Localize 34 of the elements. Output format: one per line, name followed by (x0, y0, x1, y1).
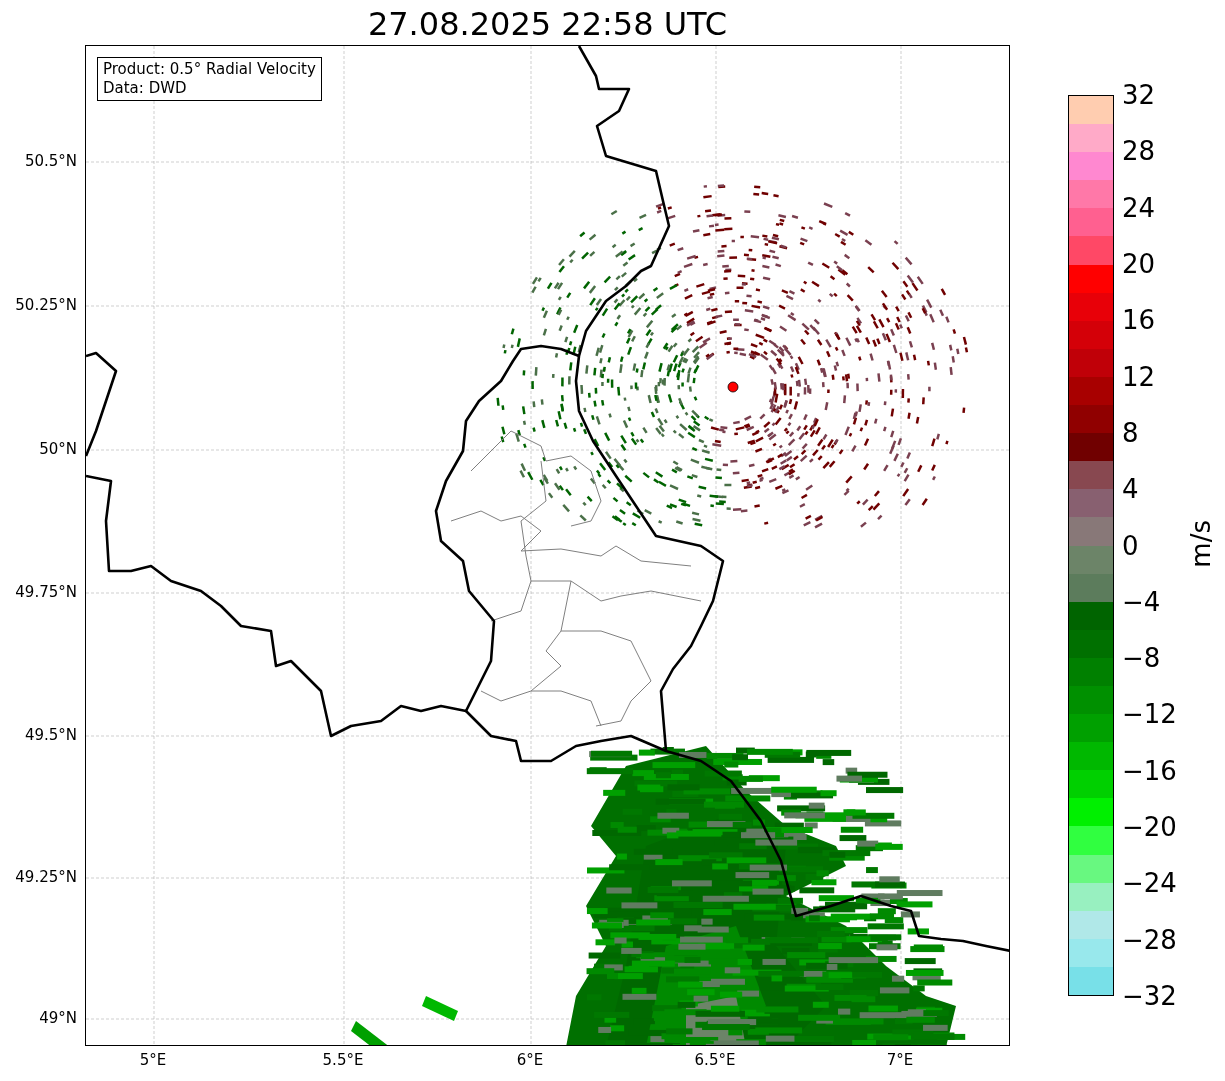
colorbar-tick-label: −4 (1122, 586, 1161, 617)
longitude-label: 7°E (886, 1051, 914, 1069)
colorbar-tick-label: 16 (1122, 305, 1156, 336)
colorbar-tick-label: 24 (1122, 192, 1156, 223)
colorbar-tick-label: 12 (1122, 361, 1156, 392)
colorbar-tick-label: 0 (1122, 530, 1139, 561)
colorbar-tick-label: −12 (1122, 699, 1177, 730)
legend-text: Data: DWD (103, 79, 188, 98)
colorbar-tick-label: 20 (1122, 248, 1156, 279)
latitude-label: 50°N (39, 440, 77, 458)
colorbar-tick-label: 28 (1122, 136, 1156, 167)
latitude-label: 49.25°N (15, 868, 77, 886)
latitude-label: 49.75°N (15, 583, 77, 601)
longitude-label: 6°E (516, 1051, 544, 1069)
colorbar-tick-label: −24 (1122, 868, 1177, 899)
latitude-label: 49°N (39, 1009, 77, 1027)
legend-text: Product: 0.5° Radial Velocity (103, 60, 316, 79)
colorbar-tick-label: 8 (1122, 417, 1139, 448)
chart-title: 27.08.2025 22:58 UTC (366, 4, 729, 44)
colorbar-axis-label: m/s (1186, 520, 1216, 568)
radar-site-marker (727, 381, 739, 393)
colorbar-tick-label: −16 (1122, 755, 1177, 786)
colorbar-tick-label: 32 (1122, 80, 1156, 110)
longitude-label: 5°E (139, 1051, 167, 1069)
longitude-label: 6.5°E (694, 1051, 736, 1069)
latitude-label: 50.25°N (15, 296, 77, 314)
colorbar-tick-label: 4 (1122, 474, 1139, 505)
colorbar-tick-label: −32 (1122, 981, 1177, 1011)
latitude-label: 50.5°N (24, 152, 77, 170)
colorbar-tick-label: −8 (1122, 643, 1161, 674)
colorbar-tick-label: −20 (1122, 812, 1177, 843)
colorbar-tick-label: −28 (1122, 924, 1177, 955)
latitude-label: 49.5°N (24, 726, 77, 744)
longitude-label: 5.5°E (322, 1051, 364, 1069)
